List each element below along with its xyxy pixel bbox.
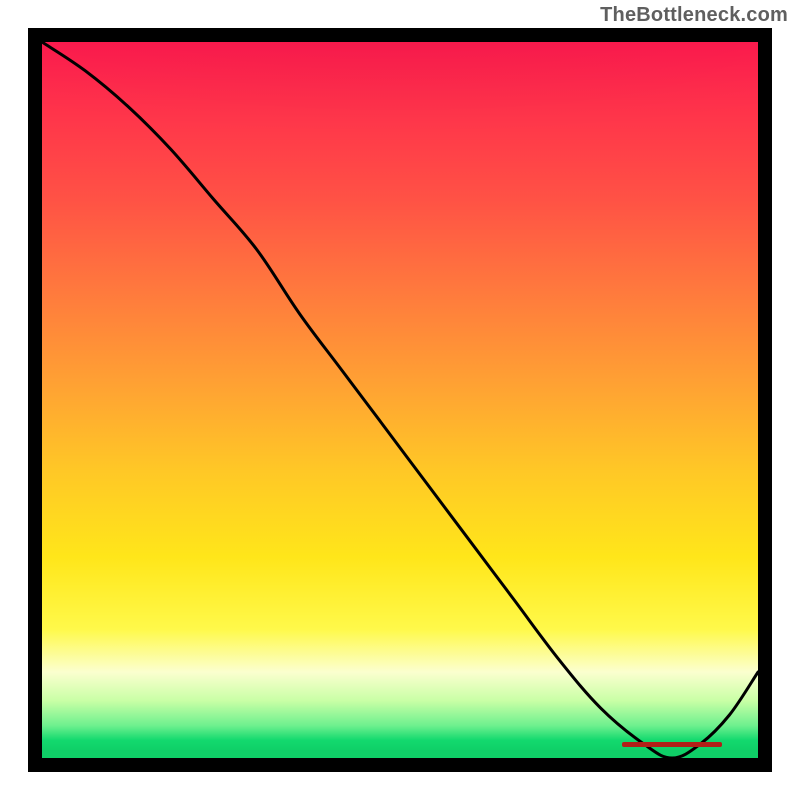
chart-plot-area xyxy=(28,28,772,772)
attribution-text: TheBottleneck.com xyxy=(600,4,788,27)
chart-background-gradient xyxy=(42,42,758,758)
